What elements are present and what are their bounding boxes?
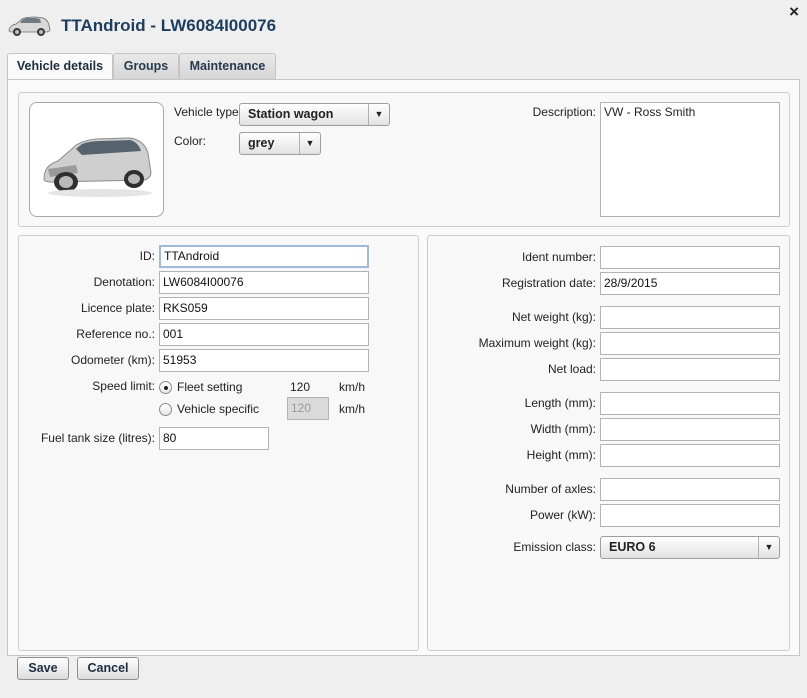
- vehicle-specific-radio[interactable]: [159, 403, 172, 416]
- denotation-field[interactable]: LW6084I00076: [159, 271, 369, 294]
- chevron-down-icon: ▼: [299, 133, 320, 154]
- width-label: Width (mm):: [530, 422, 596, 436]
- station-wagon-image: [43, 137, 152, 197]
- odometer-field[interactable]: 51953: [159, 349, 369, 372]
- max-weight-field[interactable]: [600, 332, 780, 355]
- id-field[interactable]: TTAndroid: [159, 245, 369, 268]
- vehicle-summary-box: Vehicle type: Station wagon ▼ Color: gre…: [18, 92, 790, 227]
- fleet-setting-radio[interactable]: [159, 381, 172, 394]
- denotation-label: Denotation:: [93, 275, 155, 289]
- power-field[interactable]: [600, 504, 780, 527]
- car-icon: [6, 14, 52, 41]
- registration-date-field[interactable]: 28/9/2015: [600, 272, 780, 295]
- id-label: ID:: [139, 249, 155, 263]
- fleet-setting-value: 120: [290, 380, 311, 394]
- vehicle-type-label: Vehicle type:: [174, 105, 243, 119]
- color-select[interactable]: grey ▼: [239, 132, 321, 155]
- close-icon[interactable]: ×: [789, 2, 799, 22]
- length-label: Length (mm):: [524, 396, 596, 410]
- fuel-tank-field[interactable]: 80: [159, 427, 269, 450]
- licence-plate-field[interactable]: RKS059: [159, 297, 369, 320]
- net-weight-label: Net weight (kg):: [511, 310, 596, 324]
- height-label: Height (mm):: [526, 448, 596, 462]
- ident-number-field[interactable]: [600, 246, 780, 269]
- net-load-field[interactable]: [600, 358, 780, 381]
- max-weight-label: Maximum weight (kg):: [478, 336, 596, 350]
- fleet-setting-label: Fleet setting: [177, 380, 243, 394]
- vehicle-specific-label: Vehicle specific: [177, 402, 260, 416]
- reference-no-label: Reference no.:: [76, 327, 155, 341]
- specifications-box: Ident number: Registration date: 28/9/20…: [427, 235, 790, 651]
- tab-groups[interactable]: Groups: [113, 53, 179, 80]
- tab-maintenance[interactable]: Maintenance: [179, 53, 276, 80]
- ident-number-label: Ident number:: [521, 250, 596, 264]
- emission-class-label: Emission class:: [513, 540, 596, 554]
- odometer-label: Odometer (km):: [70, 353, 155, 367]
- registration-date-label: Registration date:: [501, 276, 596, 290]
- axles-field[interactable]: [600, 478, 780, 501]
- color-label: Color:: [174, 134, 207, 148]
- net-load-label: Net load:: [547, 362, 596, 376]
- fleet-speed-unit: km/h: [339, 380, 366, 394]
- tab-vehicle-details[interactable]: Vehicle details: [7, 53, 113, 81]
- speed-limit-label: Speed limit:: [92, 379, 155, 393]
- vehicle-details-panel: Vehicle type: Station wagon ▼ Color: gre…: [7, 79, 800, 656]
- licence-plate-label: Licence plate:: [80, 301, 155, 315]
- height-field[interactable]: [600, 444, 780, 467]
- width-field[interactable]: [600, 418, 780, 441]
- dialog-title: TTAndroid - LW6084I00076: [61, 16, 277, 35]
- axles-label: Number of axles:: [505, 482, 596, 496]
- save-button[interactable]: Save: [17, 657, 69, 680]
- vehicle-type-select[interactable]: Station wagon ▼: [239, 103, 390, 126]
- cancel-button[interactable]: Cancel: [77, 657, 139, 680]
- identification-box: ID: TTAndroid Denotation: LW6084I00076 L…: [18, 235, 419, 651]
- color-value: grey: [248, 136, 275, 150]
- vehicle-specific-speed-field[interactable]: 120: [287, 397, 329, 420]
- chevron-down-icon: ▼: [368, 104, 389, 125]
- description-field[interactable]: VW - Ross Smith: [600, 102, 780, 217]
- vehicle-type-value: Station wagon: [248, 107, 334, 121]
- dialog-header: TTAndroid - LW6084I00076 ×: [0, 0, 807, 52]
- emission-class-value: EURO 6: [609, 540, 656, 554]
- chevron-down-icon: ▼: [758, 537, 779, 558]
- vehicle-speed-unit: km/h: [339, 402, 366, 416]
- length-field[interactable]: [600, 392, 780, 415]
- description-label: Description:: [532, 105, 596, 119]
- power-label: Power (kW):: [530, 508, 596, 522]
- fuel-tank-label: Fuel tank size (litres):: [40, 431, 155, 445]
- reference-no-field[interactable]: 001: [159, 323, 369, 346]
- net-weight-field[interactable]: [600, 306, 780, 329]
- vehicle-image: [29, 102, 164, 217]
- emission-class-select[interactable]: EURO 6 ▼: [600, 536, 780, 559]
